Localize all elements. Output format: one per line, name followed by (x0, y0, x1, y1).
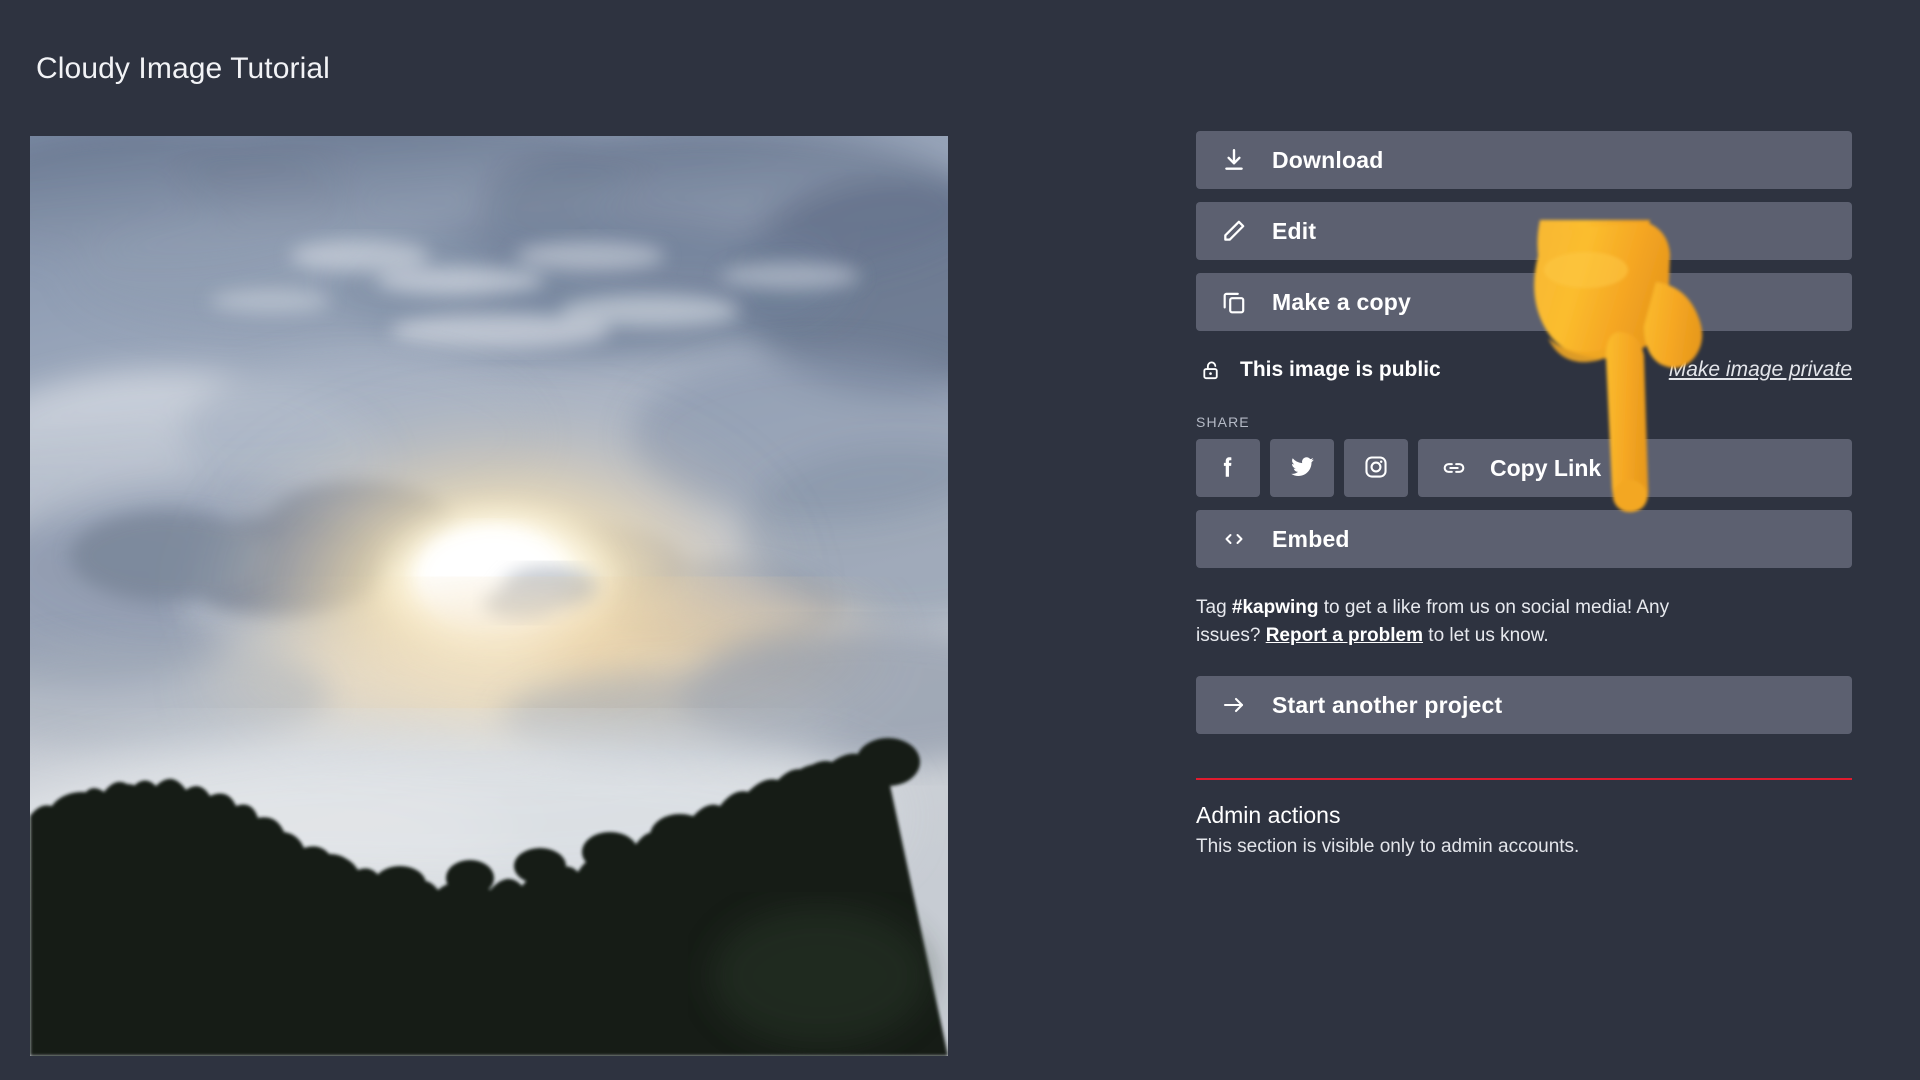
arrow-right-icon (1196, 693, 1272, 717)
share-facebook-button[interactable] (1196, 439, 1260, 497)
make-image-private-link[interactable]: Make image private (1669, 358, 1852, 382)
copy-link-button[interactable]: Copy Link (1418, 439, 1852, 497)
start-another-project-label: Start another project (1272, 691, 1503, 718)
cloudy-sky-photo (30, 136, 948, 1056)
link-icon (1418, 455, 1490, 481)
unlock-icon (1196, 359, 1240, 382)
copy-icon (1196, 289, 1272, 315)
edit-button[interactable]: Edit (1196, 202, 1852, 260)
share-section-label: SHARE (1196, 414, 1250, 430)
code-brackets-icon (1196, 527, 1272, 551)
admin-actions-subtitle: This section is visible only to admin ac… (1196, 836, 1580, 858)
action-panel: Download Edit Make a copy This image is … (1196, 131, 1852, 858)
make-a-copy-button[interactable]: Make a copy (1196, 273, 1852, 331)
tag-note-prefix: Tag (1196, 597, 1232, 618)
share-twitter-button[interactable] (1270, 439, 1334, 497)
twitter-icon (1289, 453, 1316, 483)
admin-actions-heading: Admin actions (1196, 802, 1341, 829)
facebook-icon (1215, 454, 1241, 483)
download-button[interactable]: Download (1196, 131, 1852, 189)
share-row: Copy Link (1196, 439, 1852, 497)
embed-button-label: Embed (1272, 525, 1350, 552)
tag-note: Tag #kapwing to get a like from us on so… (1196, 594, 1736, 650)
admin-divider (1196, 778, 1852, 781)
report-a-problem-link[interactable]: Report a problem (1266, 625, 1423, 646)
instagram-icon (1363, 454, 1389, 483)
download-button-label: Download (1272, 146, 1384, 173)
share-instagram-button[interactable] (1344, 439, 1408, 497)
image-preview[interactable] (30, 136, 948, 1056)
tag-note-suffix: to let us know. (1423, 625, 1549, 647)
pencil-icon (1196, 218, 1272, 244)
make-a-copy-button-label: Make a copy (1272, 288, 1411, 315)
edit-button-label: Edit (1272, 217, 1317, 244)
visibility-row: This image is public Make image private (1196, 348, 1852, 392)
download-icon (1196, 147, 1272, 173)
page-title: Cloudy Image Tutorial (36, 52, 330, 85)
embed-button[interactable]: Embed (1196, 510, 1852, 568)
tag-note-hashtag: #kapwing (1231, 597, 1319, 618)
start-another-project-button[interactable]: Start another project (1196, 676, 1852, 735)
copy-link-label: Copy Link (1490, 454, 1602, 481)
visibility-status: This image is public (1240, 358, 1441, 381)
